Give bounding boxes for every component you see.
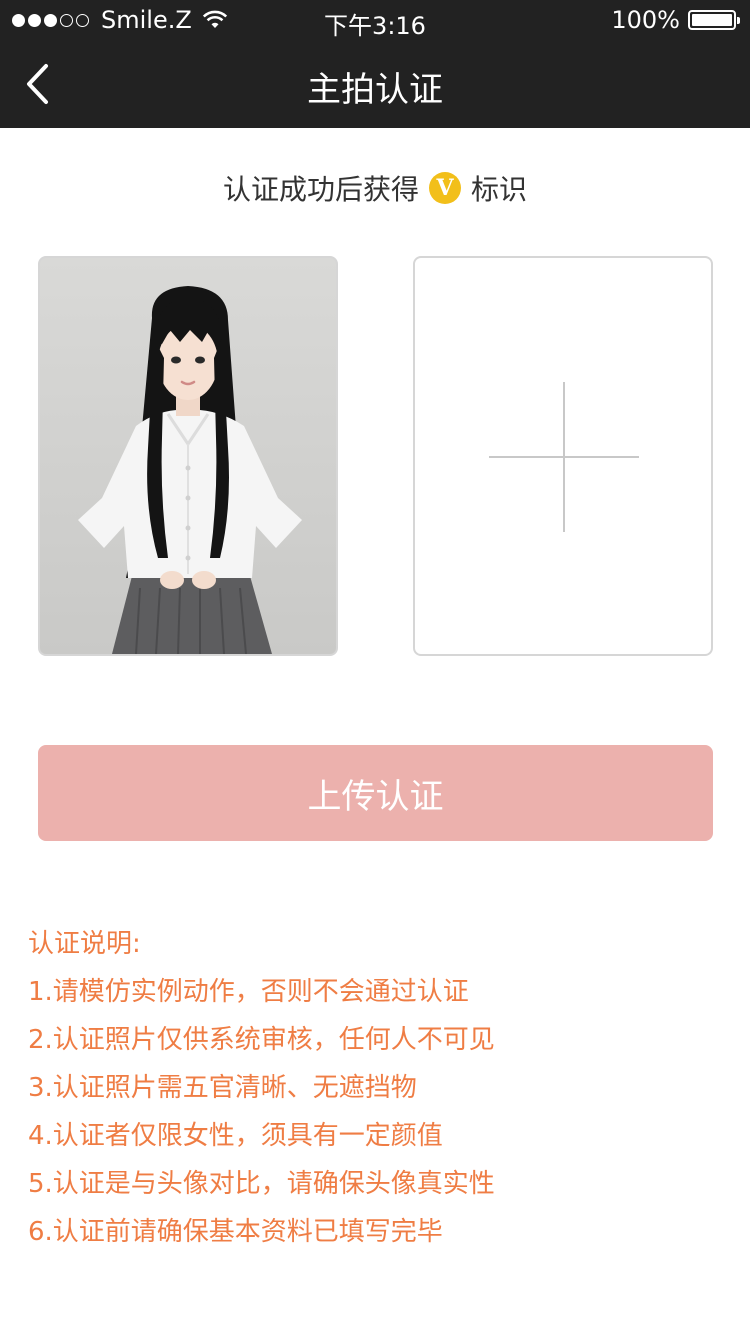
note-item: 6.认证前请确保基本资料已填写完毕 [28,1217,443,1247]
page-title: 主拍认证 [307,70,443,110]
status-right: 100% [611,6,740,34]
example-person-illustration [40,258,336,654]
note-item: 5.认证是与头像对比，请确保头像真实性 [28,1169,495,1199]
note-item: 1.请模仿实例动作，否则不会通过认证 [28,977,469,1007]
upload-photo-button[interactable] [413,256,713,656]
example-photo [38,256,338,656]
notes-heading: 认证说明: [28,929,141,959]
verification-notes: 认证说明: 1.请模仿实例动作，否则不会通过认证 2.认证照片仅供系统审核，任何… [28,925,728,1261]
note-item: 4.认证者仅限女性，须具有一定颜值 [28,1121,443,1151]
status-bar: Smile.Z 下午3:16 100% [0,0,750,40]
hint-text-after: 标识 [471,173,528,206]
battery-icon [688,10,740,30]
note-item: 3.认证照片需五官清晰、无遮挡物 [28,1073,417,1103]
battery-percent: 100% [611,6,680,34]
note-item: 2.认证照片仅供系统审核，任何人不可见 [28,1025,495,1055]
hint-text-before: 认证成功后获得 [222,173,419,206]
v-badge-icon: V [429,172,461,204]
nav-bar: 主拍认证 [0,40,750,128]
plus-icon [489,382,639,532]
upload-verification-button[interactable]: 上传认证 [38,745,713,841]
verification-hint: 认证成功后获得 V 标识 [0,168,750,208]
